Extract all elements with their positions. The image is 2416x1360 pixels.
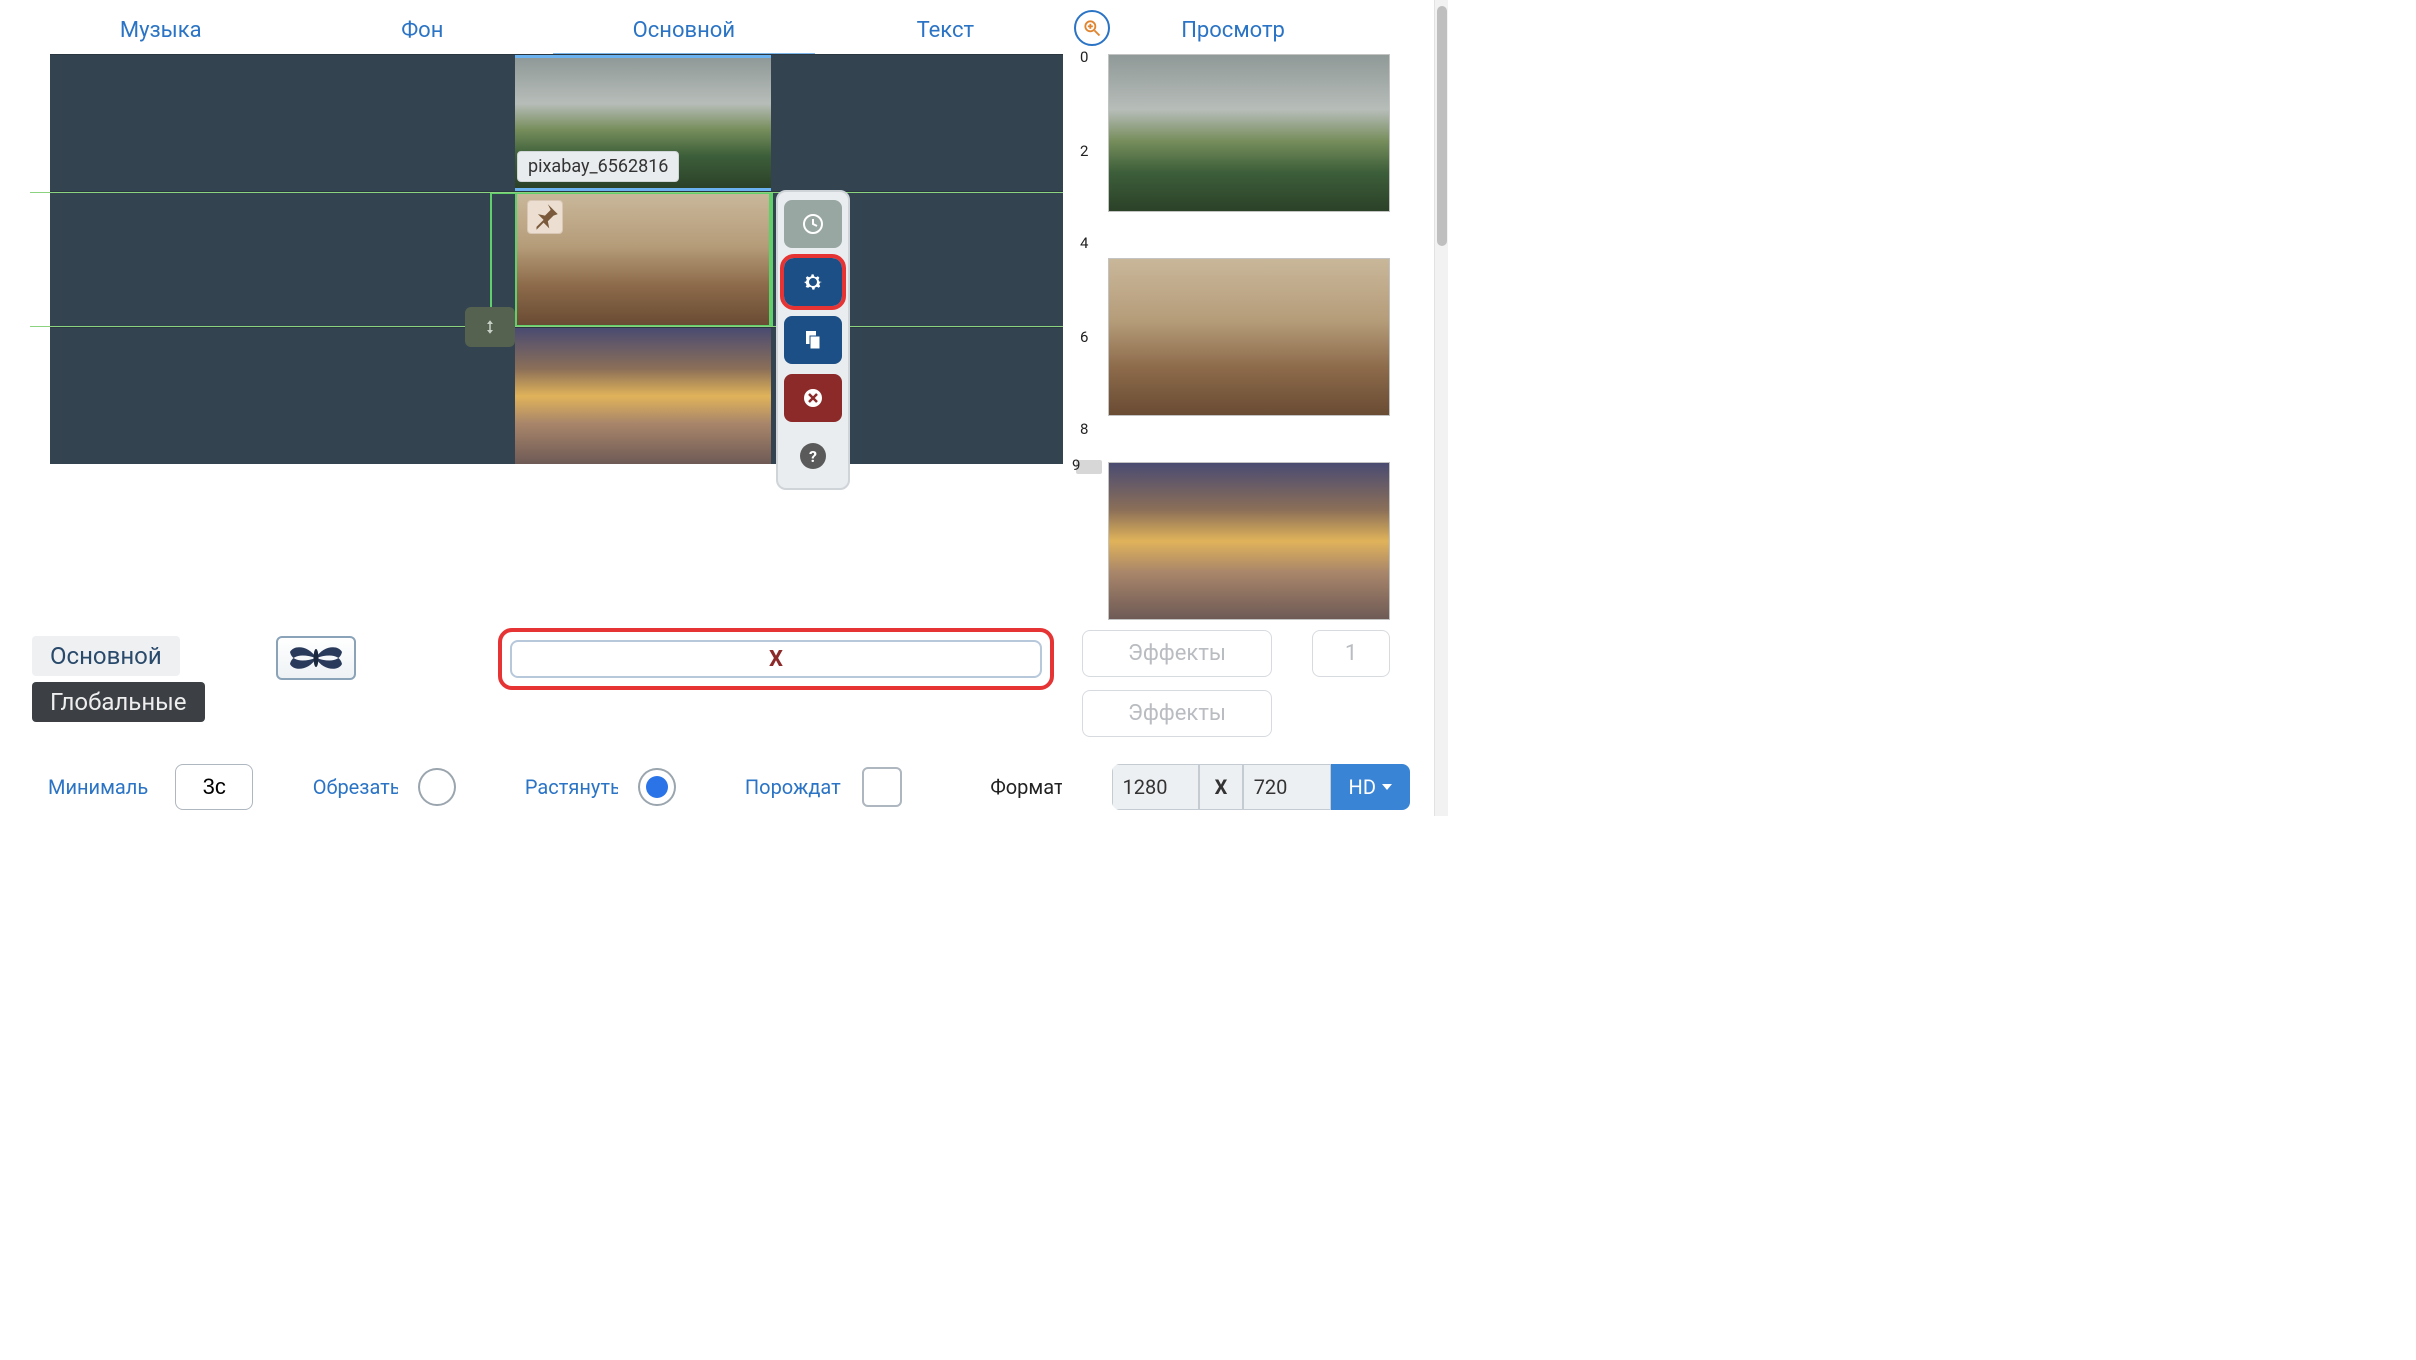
effects-button-1[interactable]: Эффекты (1082, 630, 1272, 677)
timeline-row-1[interactable]: pixabay_6562816 (50, 54, 1063, 191)
butterfly-icon (284, 640, 348, 676)
spawn-checkbox[interactable] (862, 767, 901, 807)
scrollbar-thumb[interactable] (1437, 6, 1447, 246)
ruler-marker-label: 9 (1062, 456, 1092, 474)
format-group: 1280 X 720 HD (1112, 764, 1410, 810)
clip-label: pixabay_6562816 (517, 151, 679, 182)
transition-preset-button[interactable] (276, 636, 356, 680)
min-duration-input[interactable] (175, 764, 253, 810)
preview-thumb-1[interactable] (1108, 54, 1390, 212)
copy-icon (801, 328, 825, 352)
preview-thumb-2[interactable] (1108, 258, 1390, 416)
clip-copy-button[interactable] (784, 316, 842, 364)
zoom-in-button[interactable] (1074, 10, 1110, 46)
radio-dot-icon (646, 776, 668, 798)
clip-tool-panel: ? (776, 190, 850, 490)
clip-1[interactable]: pixabay_6562816 (515, 55, 771, 191)
hd-label: HD (1349, 775, 1376, 799)
ruler-tick-0: 0 (1070, 48, 1100, 66)
format-separator: X (1199, 764, 1242, 810)
stretch-label: Растянуть (525, 775, 619, 799)
ruler-tick-8: 8 (1070, 420, 1100, 438)
format-hd-dropdown[interactable]: HD (1331, 764, 1410, 810)
magnify-plus-icon (1082, 18, 1102, 38)
clip-help-button[interactable]: ? (784, 432, 842, 480)
tab-music[interactable]: Музыка (30, 12, 292, 57)
time-ruler: 0 2 4 6 8 9 (1064, 42, 1100, 472)
tab-text[interactable]: Текст (815, 12, 1077, 57)
settings-tab-main[interactable]: Основной (32, 636, 180, 676)
settings-tab-global[interactable]: Глобальные (32, 682, 205, 722)
preview-column (1108, 54, 1390, 620)
help-icon: ? (800, 443, 826, 469)
preview-thumb-3[interactable] (1108, 462, 1390, 620)
stretch-radio[interactable] (638, 768, 675, 806)
crop-radio[interactable] (418, 768, 455, 806)
tab-preview[interactable]: Просмотр (1076, 12, 1390, 57)
format-height[interactable]: 720 (1243, 764, 1331, 810)
effects-count[interactable]: 1 (1312, 630, 1390, 677)
tab-main[interactable]: Основной (553, 12, 815, 57)
clip-3[interactable] (515, 328, 771, 464)
clip-delete-button[interactable] (784, 374, 842, 422)
remove-effect-button[interactable]: X (510, 640, 1042, 678)
page-scrollbar[interactable] (1434, 0, 1448, 816)
pin-icon (528, 200, 562, 234)
format-label: Формат (990, 775, 1061, 799)
clip-settings-button[interactable] (784, 258, 842, 306)
min-duration-label: Минималь (48, 775, 155, 799)
chevron-down-icon (1382, 784, 1392, 790)
timeline-row-2[interactable] (50, 191, 1063, 328)
crop-label: Обрезать (313, 775, 399, 799)
pin-button[interactable] (527, 200, 563, 234)
timeline-row-3[interactable] (50, 327, 1063, 464)
resize-vertical-icon (481, 316, 499, 338)
effects-button-2[interactable]: Эффекты (1082, 690, 1272, 737)
gear-icon (801, 270, 825, 294)
ruler-tick-4: 4 (1070, 234, 1100, 252)
clock-icon (801, 212, 825, 236)
clip-2[interactable] (515, 192, 771, 328)
tab-background[interactable]: Фон (292, 12, 554, 57)
effects-chain-highlight: X (498, 628, 1054, 690)
ruler-tick-6: 6 (1070, 328, 1100, 346)
ruler-tick-2: 2 (1070, 142, 1100, 160)
format-width[interactable]: 1280 (1112, 764, 1200, 810)
clip-time-button[interactable] (784, 200, 842, 248)
spawn-label: Порождать (745, 775, 843, 799)
row-resize-handle[interactable] (465, 307, 515, 347)
timeline[interactable]: pixabay_6562816 (50, 54, 1063, 464)
delete-icon (801, 386, 825, 410)
